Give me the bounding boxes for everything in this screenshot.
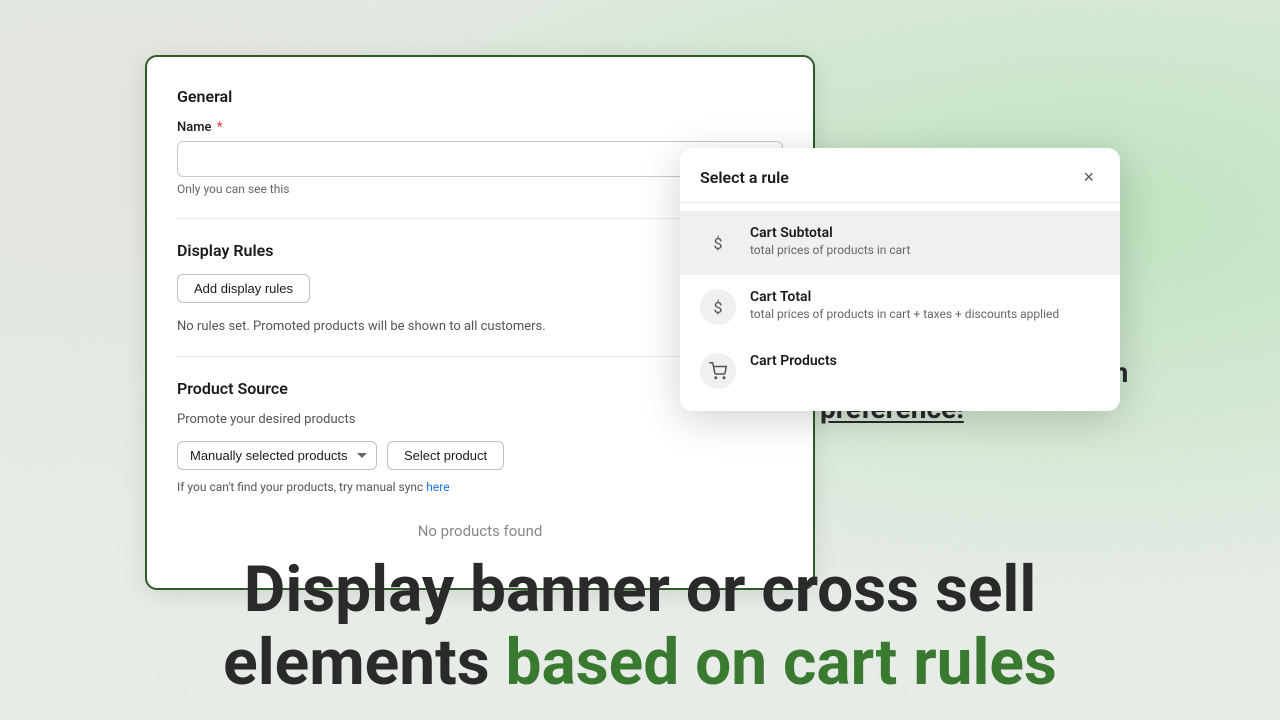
bottom-text-line2-part1: elements (223, 625, 505, 700)
bottom-text-highlight: based on cart rules (506, 625, 1057, 700)
bottom-text-line1: Display banner or cross sell (60, 553, 1220, 627)
select-product-button[interactable]: Select product (387, 441, 504, 470)
general-title: General (177, 87, 783, 106)
modal-title: Select a rule (700, 168, 789, 187)
required-star: * (214, 120, 223, 135)
name-label: Name * (177, 120, 783, 135)
cart-products-icon (700, 353, 736, 389)
product-source-dropdown[interactable]: Manually selected products All products … (177, 441, 377, 470)
rule-item-cart-products[interactable]: Cart Products (680, 339, 1120, 403)
product-source-subtitle: Promote your desired products (177, 412, 783, 427)
cart-products-name: Cart Products (750, 353, 1100, 369)
bottom-text-block: Display banner or cross sell elements ba… (0, 553, 1280, 700)
rule-item-cart-total[interactable]: $ Cart Total total prices of products in… (680, 275, 1120, 339)
bottom-text-line2: elements based on cart rules (60, 626, 1220, 700)
sync-link[interactable]: here (426, 480, 449, 494)
cart-subtotal-desc: total prices of products in cart (750, 243, 1100, 257)
cart-total-name: Cart Total (750, 289, 1100, 305)
cart-total-desc: total prices of products in cart + taxes… (750, 307, 1100, 321)
cart-total-icon: $ (700, 289, 736, 325)
cart-subtotal-info: Cart Subtotal total prices of products i… (750, 225, 1100, 257)
select-rule-modal: Select a rule × $ Cart Subtotal total pr… (680, 148, 1120, 411)
product-source-row: Manually selected products All products … (177, 441, 783, 494)
sync-text: If you can't find your products, try man… (177, 480, 450, 494)
modal-header: Select a rule × (680, 148, 1120, 203)
cart-subtotal-name: Cart Subtotal (750, 225, 1100, 241)
cart-total-info: Cart Total total prices of products in c… (750, 289, 1100, 321)
cart-subtotal-icon: $ (700, 225, 736, 261)
modal-body: $ Cart Subtotal total prices of products… (680, 203, 1120, 411)
cart-products-info: Cart Products (750, 353, 1100, 371)
modal-close-button[interactable]: × (1077, 166, 1100, 188)
add-display-rules-button[interactable]: Add display rules (177, 274, 310, 303)
no-products-text: No products found (177, 522, 783, 540)
rule-item-cart-subtotal[interactable]: $ Cart Subtotal total prices of products… (680, 211, 1120, 275)
